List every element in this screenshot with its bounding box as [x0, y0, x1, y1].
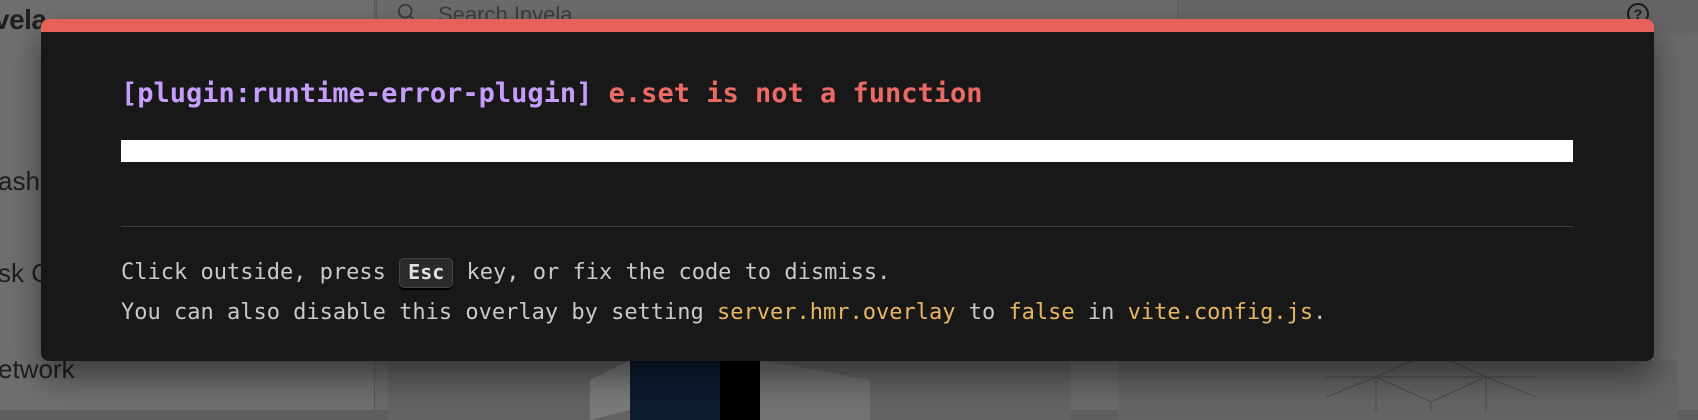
disable-tip-text: to	[955, 300, 1009, 325]
disable-tip-text: in	[1074, 300, 1128, 325]
disable-tip-text: You can also disable this overlay by set…	[121, 300, 718, 325]
config-value: false	[1008, 300, 1075, 325]
dismiss-tip-text: Click outside, press	[121, 260, 400, 285]
esc-key: Esc	[399, 258, 454, 288]
config-file: vite.config.js	[1127, 300, 1314, 325]
dismiss-tip-text: key, or fix the code to dismiss.	[453, 260, 891, 285]
error-message: e.set is not a function	[608, 78, 983, 109]
dismiss-tip: Click outside, press Esc key, or fix the…	[121, 258, 890, 288]
config-key: server.hmr.overlay	[717, 300, 956, 325]
error-plugin-tag: [plugin:runtime-error-plugin]	[121, 78, 593, 109]
grid-illustration	[1326, 352, 1536, 412]
illustration-image	[590, 360, 870, 420]
disable-tip: You can also disable this overlay by set…	[121, 300, 1326, 325]
error-overlay: [plugin:runtime-error-plugin] e.set is n…	[41, 19, 1654, 361]
divider	[121, 226, 1573, 227]
disable-tip-text: .	[1313, 300, 1327, 325]
error-title: [plugin:runtime-error-plugin] e.set is n…	[121, 78, 983, 109]
app-logo: vela	[0, 4, 47, 35]
error-frame	[121, 140, 1573, 162]
